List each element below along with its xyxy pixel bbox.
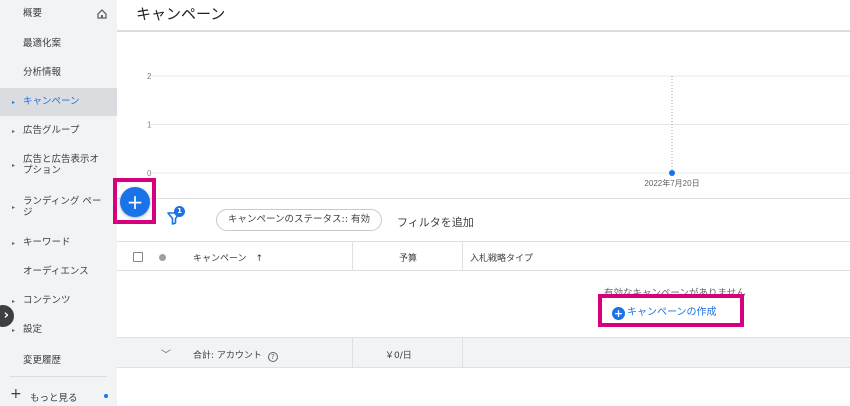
y-tick-label: 1: [147, 121, 152, 130]
sidebar-item-label-line2: プション: [23, 165, 62, 176]
sidebar-item-label: コンテンツ: [23, 295, 71, 306]
sidebar-item-label: キャンペーン: [23, 96, 80, 107]
chevron-right-icon: ▸: [12, 204, 16, 211]
sidebar-item-campaigns[interactable]: ▸ キャンペーン: [0, 88, 117, 116]
sort-arrow-icon: ↑: [255, 254, 263, 264]
sidebar-item-label: 分析情報: [23, 67, 62, 78]
total-budget: ￥0/日: [385, 351, 412, 361]
chevron-right-icon: ▸: [12, 240, 16, 247]
sidebar-item-label: 最適化案: [23, 38, 62, 49]
notification-dot: [104, 394, 108, 398]
sidebar-item-change-history[interactable]: 変更履歴: [0, 355, 117, 371]
sidebar-item-label: 広告と広告表示オ: [23, 154, 100, 165]
status-dot-icon: [159, 254, 166, 261]
sidebar-item-label: 広告グループ: [23, 125, 80, 136]
y-tick-label: 2: [147, 72, 152, 81]
sidebar-item-ads-extensions[interactable]: ▸ 広告と広告表示オ プション: [0, 154, 117, 178]
sidebar-item-label: ランディング ペー: [23, 196, 102, 207]
sidebar-item-ad-groups[interactable]: ▸ 広告グループ: [0, 125, 117, 141]
table-toolbar: + 1 キャンペーンのステータス:: 有効 フィルタを追加: [113, 178, 850, 241]
select-all-checkbox[interactable]: [133, 252, 143, 262]
highlight-box: [113, 178, 156, 224]
data-point[interactable]: [669, 170, 675, 176]
add-filter-button[interactable]: フィルタを追加: [397, 214, 474, 230]
sidebar-item-keywords[interactable]: ▸ キーワード: [0, 237, 117, 253]
column-divider: [352, 338, 353, 367]
sidebar-item-label: 設定: [23, 324, 43, 335]
column-budget[interactable]: 予算: [399, 251, 417, 264]
column-divider: [462, 242, 463, 271]
total-label-text: 合計: アカウント: [193, 351, 262, 361]
main-content: キャンペーン 2 1 0 2022年7月20日 + 1 キャンペーンのステータス:: …: [113, 0, 850, 406]
column-divider: [462, 338, 463, 367]
show-more-link[interactable]: もっと見る: [30, 390, 78, 404]
highlight-box: [598, 294, 744, 327]
status-filter-chip[interactable]: キャンペーンのステータス:: 有効: [216, 209, 382, 231]
sidebar-item-content[interactable]: ▸ コンテンツ: [0, 295, 117, 311]
sidebar-item-label: オーディエンス: [23, 266, 89, 277]
sidebar-item-label-line2: ジ: [23, 207, 33, 218]
chart-svg: 2 1 0 2022年7月20日: [147, 72, 850, 188]
sidebar-item-settings[interactable]: ▸ 設定: [0, 324, 117, 340]
filter-count-badge: 1: [174, 206, 185, 217]
chevron-right-icon: ▸: [12, 162, 16, 169]
sidebar-item-recommendations[interactable]: 最適化案: [0, 38, 117, 54]
chevron-down-icon[interactable]: ﹀: [161, 346, 171, 361]
y-tick-label: 0: [147, 169, 152, 178]
column-bid-strategy[interactable]: 入札戦略タイプ: [470, 251, 533, 264]
sidebar-item-label: 変更履歴: [23, 355, 62, 366]
chevron-right-icon: ▸: [12, 128, 16, 135]
sidebar-item-insights[interactable]: 分析情報: [0, 67, 117, 83]
performance-chart: 2 1 0 2022年7月20日: [117, 32, 850, 198]
x-tick-label: 2022年7月20日: [644, 178, 699, 188]
total-row: ﹀ 合計: アカウント? ￥0/日: [117, 337, 850, 368]
help-icon[interactable]: ?: [267, 352, 278, 362]
home-icon[interactable]: [97, 9, 107, 19]
sidebar-item-audiences[interactable]: オーディエンス: [0, 266, 117, 282]
sidebar-divider: [10, 376, 107, 377]
column-campaign[interactable]: キャンペーン ↑: [193, 251, 263, 264]
sidebar-item-label: 概要: [23, 8, 43, 19]
sidebar: 概要 最適化案 分析情報 ▸ キャンペーン ▸ 広告グループ ▸ 広告と広告表示…: [0, 0, 117, 406]
table-header: キャンペーン ↑ 予算 入札戦略タイプ: [117, 241, 850, 271]
sidebar-item-label: キーワード: [23, 237, 71, 248]
column-campaign-label: キャンペーン: [193, 254, 247, 264]
chevron-right-icon: ▸: [12, 298, 16, 305]
column-divider: [352, 242, 353, 271]
chevron-right-icon: ▸: [12, 99, 16, 106]
total-label: 合計: アカウント?: [193, 348, 278, 362]
sidebar-item-landing-pages[interactable]: ▸ ランディング ペー ジ: [0, 196, 117, 220]
chevron-right-icon: ▸: [12, 327, 16, 334]
plus-icon[interactable]: +: [10, 386, 22, 402]
page-title: キャンペーン: [136, 5, 226, 23]
